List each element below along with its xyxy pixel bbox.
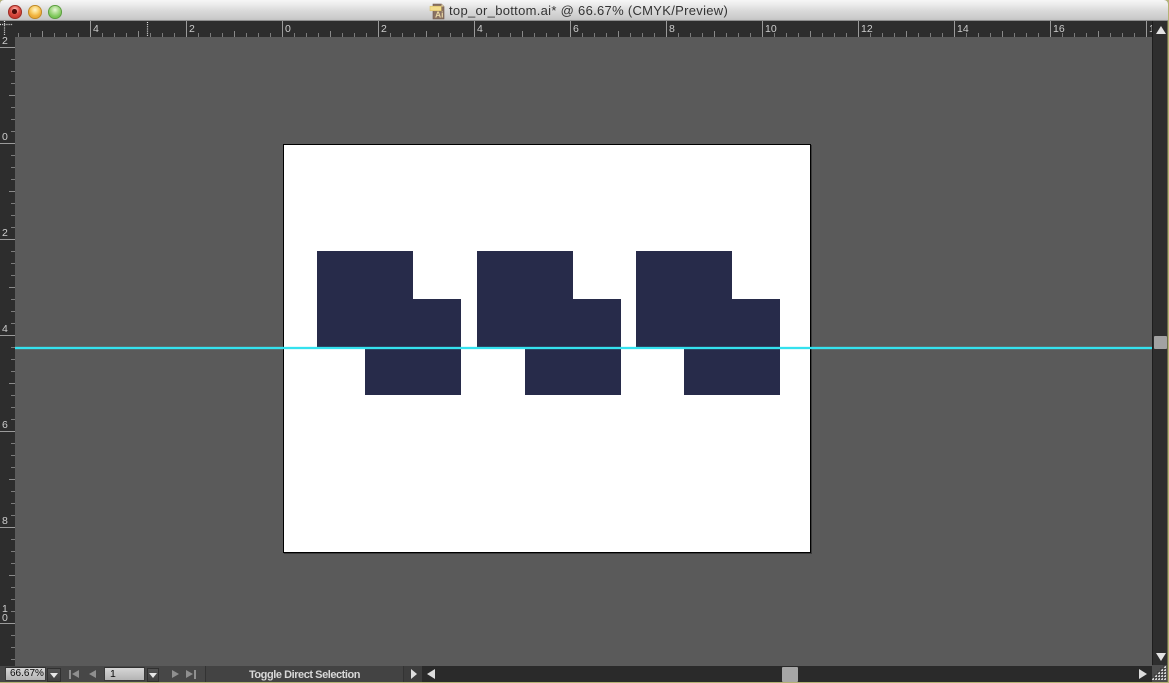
svg-text:4: 4 (477, 23, 483, 35)
svg-text:16: 16 (1053, 23, 1065, 35)
svg-text:2: 2 (189, 23, 195, 35)
svg-text:4: 4 (2, 323, 8, 335)
svg-text:14: 14 (957, 23, 969, 35)
svg-text:2: 2 (381, 23, 387, 35)
svg-text:6: 6 (573, 23, 579, 35)
svg-text:2: 2 (2, 35, 8, 47)
svg-text:0: 0 (2, 612, 8, 624)
svg-text:2: 2 (2, 227, 8, 239)
svg-text:0: 0 (2, 131, 8, 143)
svg-text:Ai: Ai (435, 9, 444, 19)
svg-text:4: 4 (93, 23, 99, 35)
svg-text:12: 12 (861, 23, 873, 35)
svg-text:6: 6 (2, 419, 8, 431)
svg-text:8: 8 (669, 23, 675, 35)
svg-text:8: 8 (2, 515, 8, 527)
svg-text:10: 10 (765, 23, 777, 35)
svg-text:0: 0 (285, 23, 291, 35)
